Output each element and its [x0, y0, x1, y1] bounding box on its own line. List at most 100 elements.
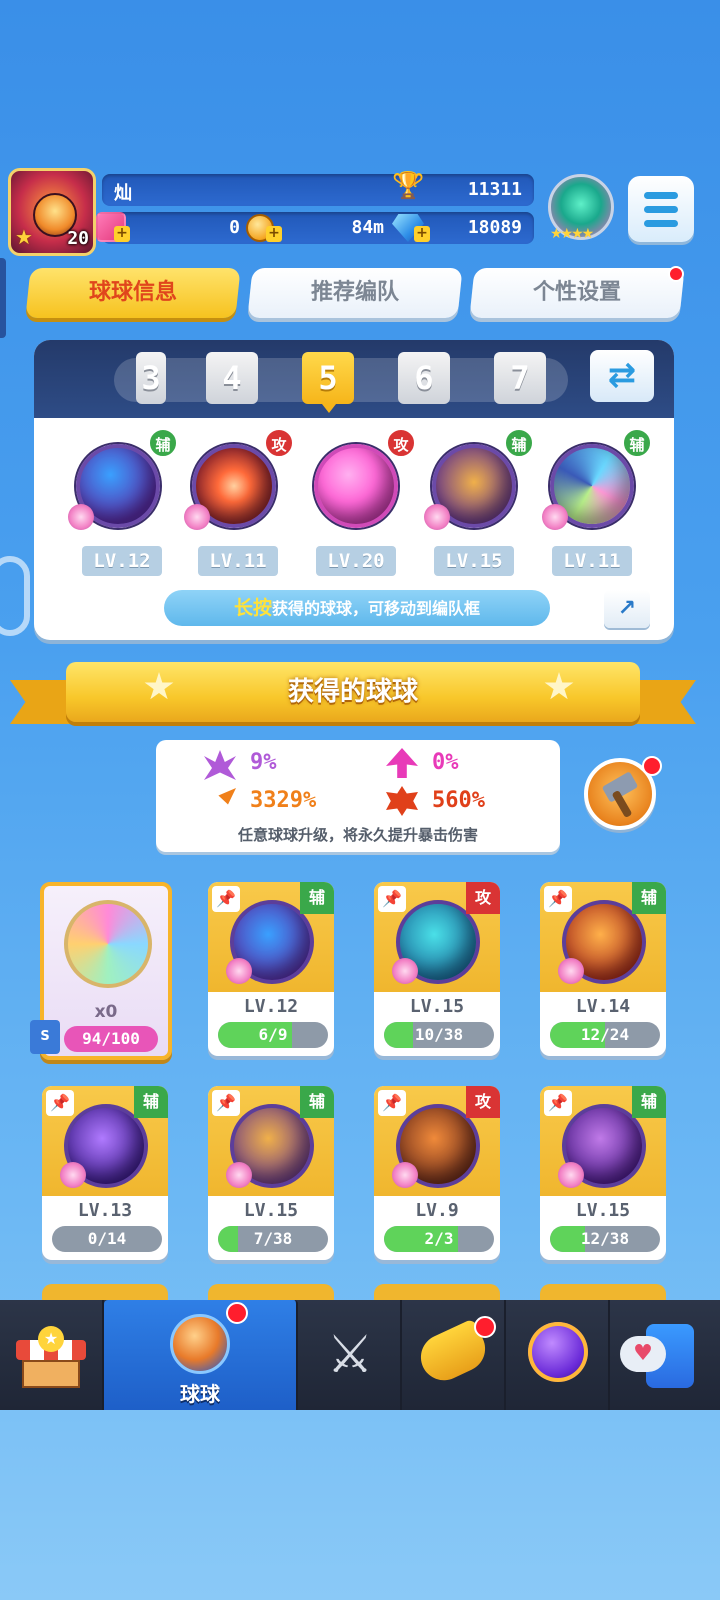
flower-icon — [392, 958, 418, 984]
menu-button[interactable] — [628, 176, 694, 242]
special-ball-progress: 94/100 — [64, 1026, 158, 1052]
flower-icon — [60, 1162, 86, 1188]
player-avatar[interactable]: ★ 20 — [8, 168, 96, 256]
pin-icon[interactable]: 📌 — [544, 886, 572, 912]
stat-value: 9% — [250, 750, 277, 775]
support-badge: 辅 — [622, 428, 652, 458]
ball-card[interactable]: 📌 攻 LV.15 10/38 — [374, 882, 500, 1056]
attack-badge: 攻 — [386, 428, 416, 458]
add-coin-icon[interactable]: + — [266, 226, 282, 242]
team-number-selected[interactable]: 5 — [302, 352, 354, 413]
team-ball-slot[interactable]: 辅 — [68, 428, 178, 532]
special-ball-card[interactable]: x0 94/100 S — [30, 882, 172, 1060]
team-ball-level: LV.11 — [198, 546, 278, 576]
support-badge: 辅 — [134, 1086, 168, 1118]
nav-social[interactable]: ♥ — [610, 1300, 720, 1410]
crit-rate-icon — [204, 750, 236, 780]
tab-label: 个性设置 — [532, 280, 621, 305]
balls-icon — [170, 1314, 230, 1374]
bottom-nav: ★ 球球 ⚔ ♥ — [0, 1300, 720, 1410]
rank-stars: ★★★★ — [550, 226, 594, 242]
nav-shop[interactable]: ★ — [0, 1300, 104, 1410]
pin-icon[interactable]: 📌 — [212, 1090, 240, 1116]
share-button[interactable]: ↗ — [604, 590, 650, 628]
nav-planet[interactable] — [506, 1300, 610, 1410]
card-progress-bar: 0/14 — [52, 1226, 162, 1252]
drag-hint: 长按获得的球球，可移动到编队框 — [164, 590, 550, 626]
team-ball-level: LV.15 — [434, 546, 514, 576]
card-progress-bar: 12/24 — [550, 1022, 660, 1048]
tab-recommended-team[interactable]: 推荐编队 — [247, 268, 463, 318]
tab-ball-info[interactable]: 球球信息 — [25, 268, 241, 318]
card-progress-bar: 7/38 — [218, 1226, 328, 1252]
tab-personalization[interactable]: 个性设置 — [469, 268, 685, 318]
team-ball-slot[interactable]: 攻 — [184, 428, 294, 532]
attack-badge: 攻 — [466, 1086, 500, 1118]
pin-icon[interactable]: 📌 — [46, 1090, 74, 1116]
support-badge: 辅 — [504, 428, 534, 458]
nav-balls[interactable]: 球球 — [104, 1300, 298, 1410]
team-ball-level: LV.12 — [82, 546, 162, 576]
flower-icon — [558, 958, 584, 984]
pin-icon[interactable]: 📌 — [378, 1090, 406, 1116]
plus-icon: + — [114, 226, 130, 242]
menu-line — [644, 206, 678, 213]
team-number[interactable]: 7 — [494, 352, 546, 404]
ball-card[interactable]: 📌 攻 LV.9 2/3 — [374, 1086, 500, 1260]
shard-count: 0 — [229, 217, 240, 238]
gem-count: 18089 — [467, 217, 522, 238]
ball-card[interactable]: 📌 辅 LV.13 0/14 — [42, 1086, 168, 1260]
menu-line — [644, 220, 678, 227]
pin-icon[interactable]: 📌 — [544, 1090, 572, 1116]
pin-icon[interactable]: 📌 — [212, 886, 240, 912]
support-badge: 辅 — [148, 428, 178, 458]
flower-icon — [558, 1162, 584, 1188]
flower-icon — [184, 504, 210, 530]
planet-icon — [528, 1322, 588, 1382]
stat-value: 3329% — [250, 788, 317, 813]
team-number[interactable]: 4 — [206, 352, 258, 404]
nav-label: 球球 — [180, 1382, 220, 1406]
card-level: LV.9 — [415, 1200, 459, 1221]
special-ball-orb — [64, 900, 152, 988]
team-number[interactable]: 3 — [136, 352, 166, 404]
nav-battle[interactable]: ⚔ — [298, 1300, 402, 1410]
card-progress-bar: 2/3 — [384, 1226, 494, 1252]
card-progress-text: 10/38 — [414, 1025, 464, 1044]
bonus-stats-panel: 9% 0% 3329% 560% 任意球球升级，将永久提升暴击伤害 — [156, 740, 560, 852]
pin-icon[interactable]: 📌 — [378, 886, 406, 912]
notification-dot — [474, 1316, 496, 1338]
player-name: 灿 — [114, 183, 132, 204]
ball-card[interactable]: 📌 辅 LV.15 12/38 — [540, 1086, 666, 1260]
ball-card[interactable]: 📌 辅 LV.14 12/24 — [540, 882, 666, 1056]
notification-dot — [642, 756, 662, 776]
team-ball-slot[interactable]: 辅 — [424, 428, 534, 532]
shop-icon: ★ — [16, 1326, 86, 1388]
stat-value: 560% — [432, 788, 485, 813]
ball-card[interactable]: 📌 辅 LV.15 7/38 — [208, 1086, 334, 1260]
stat-value: 0% — [432, 750, 459, 775]
menu-line — [644, 192, 678, 199]
swap-team-button[interactable]: ⇄ — [590, 350, 654, 402]
card-progress-text: 7/38 — [253, 1229, 293, 1248]
ball-card[interactable]: 📌 辅 LV.12 6/9 — [208, 882, 334, 1056]
card-level: LV.15 — [409, 996, 465, 1017]
player-level: 20 — [67, 228, 89, 249]
team-ball-slot[interactable]: 攻 — [306, 428, 416, 532]
support-badge: 辅 — [632, 882, 666, 914]
team-number[interactable]: 6 — [398, 352, 450, 404]
coin-count: 84m — [351, 217, 384, 238]
flower-icon — [392, 1162, 418, 1188]
card-level: LV.13 — [77, 1200, 133, 1221]
trophy-count: 11311 — [467, 179, 522, 200]
team-ball-slot[interactable]: 辅 — [542, 428, 652, 532]
hint-highlight: 长按 — [233, 597, 272, 619]
swords-icon: ⚔ — [326, 1325, 374, 1385]
card-progress-text: 2/3 — [424, 1229, 454, 1248]
support-badge: 辅 — [300, 1086, 334, 1118]
add-gem-icon[interactable]: + — [414, 226, 430, 242]
team-ball-level: LV.11 — [552, 546, 632, 576]
card-progress-text: 6/9 — [258, 1025, 288, 1044]
left-edge-decoration — [0, 258, 6, 338]
support-badge: 辅 — [632, 1086, 666, 1118]
